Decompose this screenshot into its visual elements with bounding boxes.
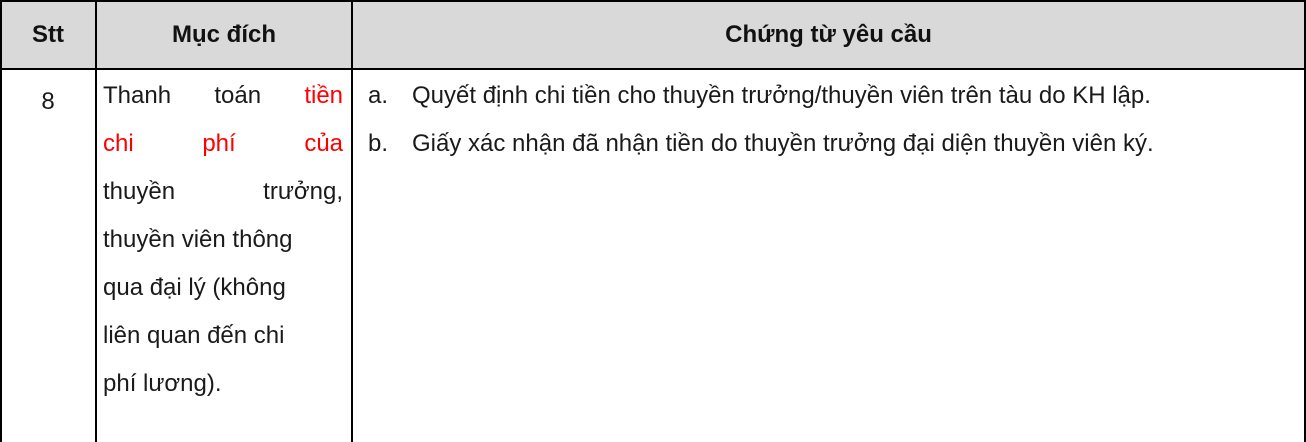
- purpose-highlight: của: [304, 130, 344, 157]
- purpose-line-6: liên quan đến chi: [103, 322, 285, 349]
- requirement-marker: a.: [368, 82, 389, 109]
- requirement-text: Quyết định chi tiền cho thuyền trưởng/th…: [412, 82, 1151, 109]
- purpose-highlight: tiền: [304, 82, 344, 109]
- requirement-item: b. Giấy xác nhận đã nhận tiền do thuyền …: [368, 120, 1294, 168]
- purpose-word: Thanh: [103, 82, 172, 109]
- purpose-word: toán: [214, 82, 262, 109]
- purpose-line-7: phí lương).: [103, 370, 222, 397]
- purpose-highlight: phí: [202, 130, 236, 157]
- header-purpose: Mục đích: [171, 21, 276, 48]
- purpose-line-1: Thanh toán tiền: [103, 72, 343, 120]
- row-required-documents: a. Quyết định chi tiền cho thuyền trưởng…: [368, 72, 1294, 168]
- purpose-word: thuyền: [103, 178, 176, 205]
- header-stt: Stt: [32, 21, 64, 48]
- requirements-table: Stt Mục đích Chứng từ yêu cầu 8 Thanh to…: [0, 0, 1306, 442]
- purpose-line-2: chi phí của: [103, 120, 343, 168]
- purpose-line-3: thuyền trưởng,: [103, 168, 343, 216]
- row-stt: 8: [41, 88, 55, 115]
- requirement-marker: b.: [368, 130, 389, 157]
- row-purpose: Thanh toán tiền chi phí của thuyền trưởn…: [103, 72, 343, 408]
- purpose-highlight: chi: [103, 130, 134, 157]
- purpose-word: trưởng,: [263, 178, 343, 205]
- requirement-item: a. Quyết định chi tiền cho thuyền trưởng…: [368, 72, 1294, 120]
- purpose-line-4: thuyền viên thông: [103, 226, 293, 253]
- header-documents: Chứng từ yêu cầu: [725, 21, 932, 48]
- purpose-line-5: qua đại lý (không: [103, 274, 286, 301]
- requirement-text: Giấy xác nhận đã nhận tiền do thuyền trư…: [412, 130, 1154, 157]
